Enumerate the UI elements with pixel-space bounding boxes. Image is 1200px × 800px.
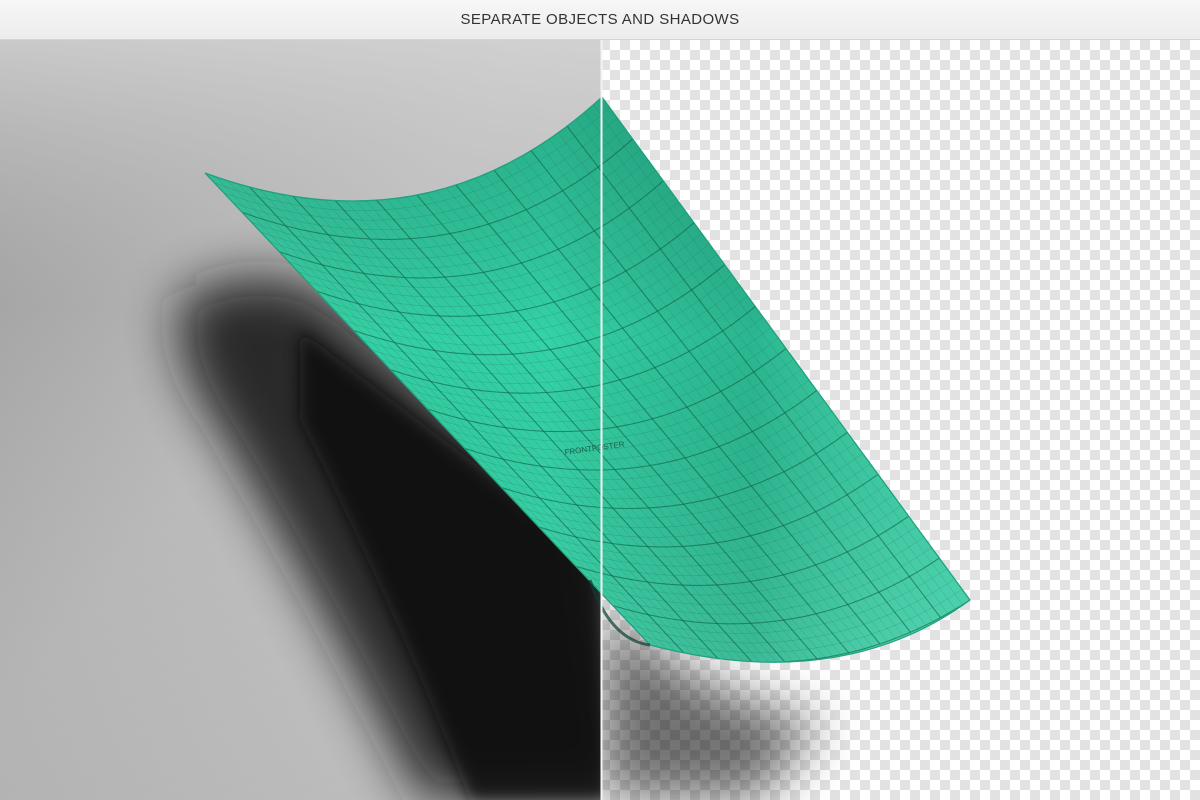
page-title: SEPARATE OBJECTS AND SHADOWS: [460, 11, 740, 28]
mockup-preview: SEPARATE OBJECTS AND SHADOWS FRONTPOSTER: [0, 0, 1200, 800]
comparison-stage: FRONTPOSTER: [0, 40, 1200, 800]
title-bar: SEPARATE OBJECTS AND SHADOWS: [0, 0, 1200, 40]
comparison-illustration: FRONTPOSTER: [0, 40, 1200, 800]
